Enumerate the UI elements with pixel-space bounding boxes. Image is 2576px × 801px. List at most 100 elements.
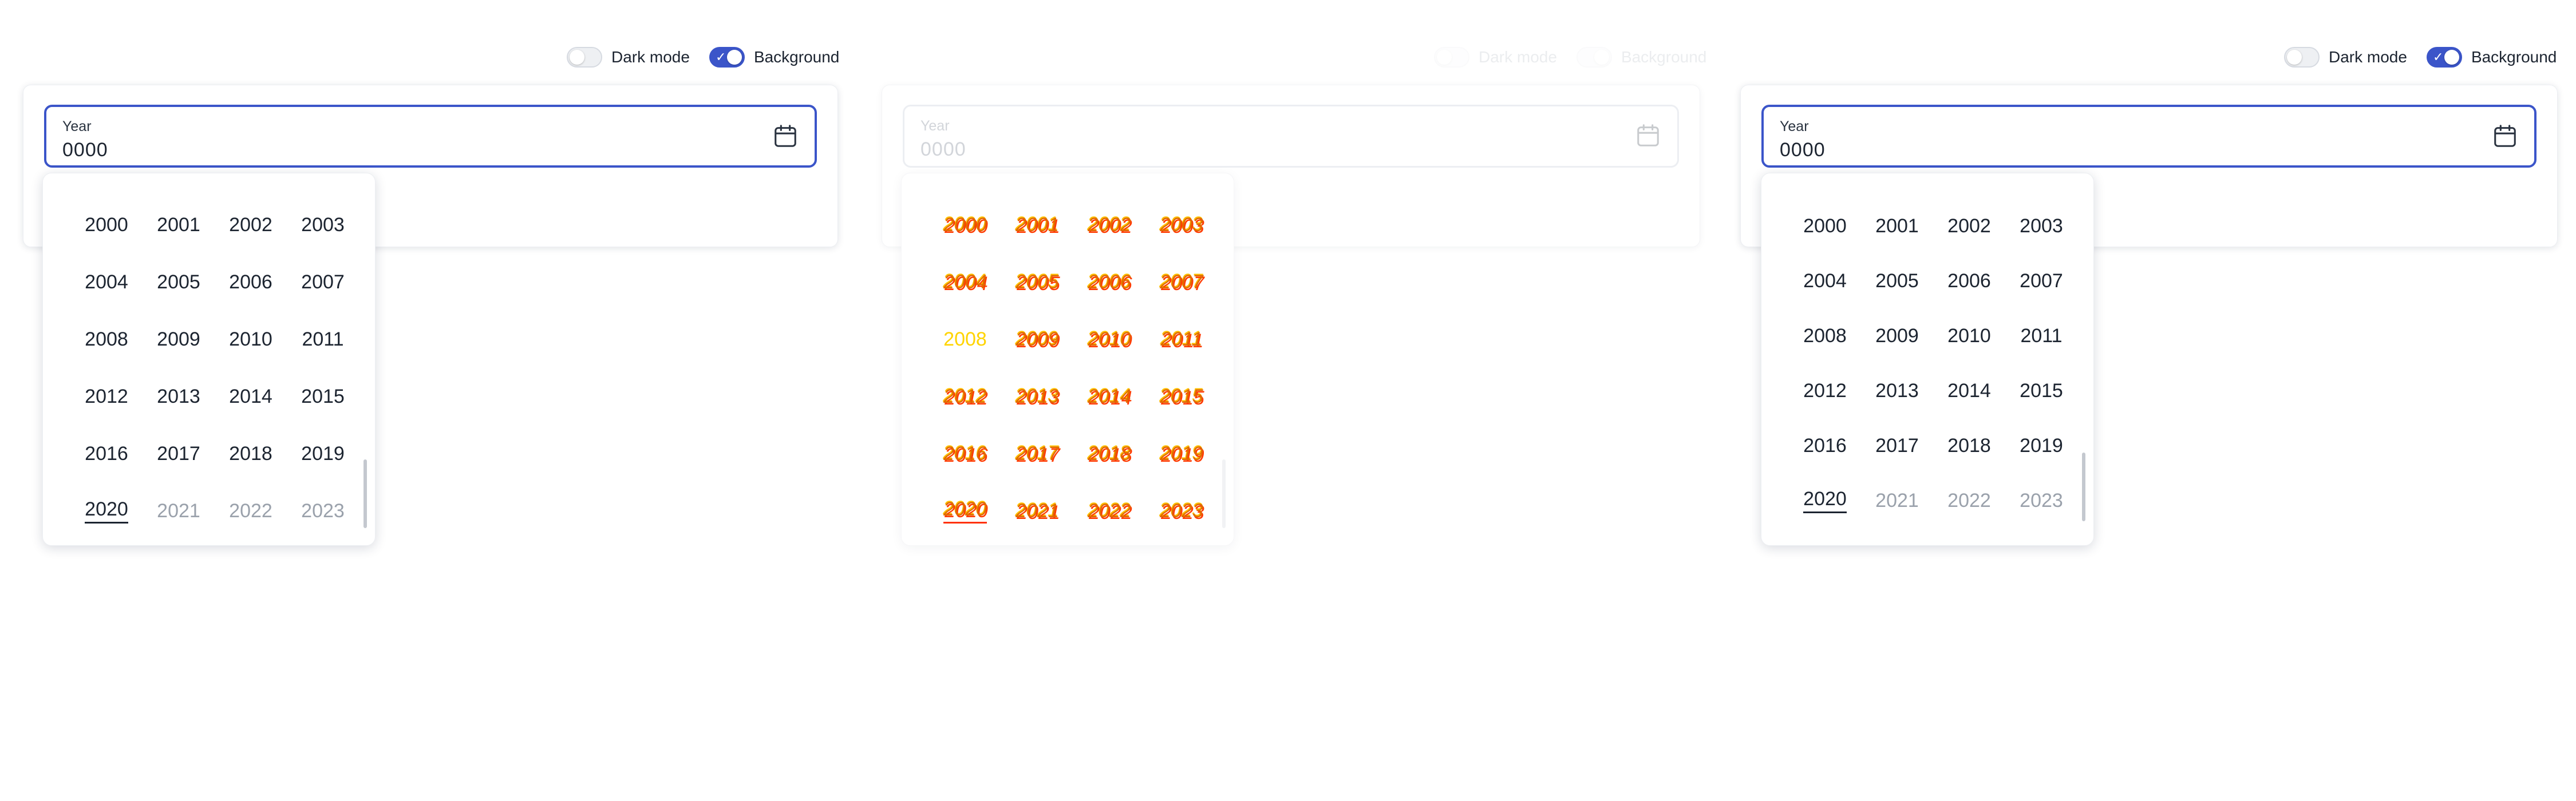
year-option-2012[interactable]: 2012 (929, 368, 1001, 425)
dark-mode-toggle[interactable]: Dark mode (2284, 47, 2407, 68)
year-option-2011[interactable]: 2011 (1145, 311, 1218, 368)
year-option-2009[interactable]: 2009 (1861, 308, 1933, 363)
year-option-label: 2007 (301, 271, 345, 293)
year-option-label: 2005 (157, 271, 200, 293)
year-option-label: 2020 (85, 498, 128, 524)
year-input-value[interactable]: 0000 (1780, 139, 1826, 161)
year-option-2004[interactable]: 2004 (929, 253, 1001, 311)
dark-mode-switch[interactable] (567, 47, 602, 68)
switch-knob (2287, 50, 2302, 65)
background-switch[interactable]: ✓ (2426, 47, 2462, 68)
year-option-2011[interactable]: 2011 (287, 311, 359, 368)
year-option-2005[interactable]: 2005 (143, 253, 215, 311)
year-option-2014[interactable]: 2014 (1933, 363, 2005, 418)
year-option-2010[interactable]: 2010 (215, 311, 287, 368)
year-option-2020[interactable]: 2020 (70, 482, 143, 540)
year-option-2021: 2021 (1861, 473, 1933, 528)
year-option-2008[interactable]: 2008 (929, 311, 1001, 368)
year-option-2001[interactable]: 2001 (1861, 199, 1933, 253)
year-option-2002[interactable]: 2002 (1073, 196, 1145, 253)
background-toggle[interactable]: ✓ Background (2426, 47, 2557, 68)
year-option-2005[interactable]: 2005 (1001, 253, 1073, 311)
year-option-2008[interactable]: 2008 (1789, 308, 1861, 363)
year-option-2005[interactable]: 2005 (1861, 253, 1933, 308)
year-option-2015[interactable]: 2015 (2005, 363, 2077, 418)
year-option-2017[interactable]: 2017 (1001, 425, 1073, 482)
year-option-2015[interactable]: 2015 (1145, 368, 1218, 425)
year-option-2000[interactable]: 2000 (70, 196, 143, 253)
dark-mode-switch[interactable] (1434, 47, 1469, 68)
year-option-2013[interactable]: 2013 (143, 368, 215, 425)
year-option-2013[interactable]: 2013 (1001, 368, 1073, 425)
year-option-2004[interactable]: 2004 (70, 253, 143, 311)
year-option-label: 2018 (1088, 442, 1131, 465)
year-option-2017[interactable]: 2017 (143, 425, 215, 482)
year-option-2004[interactable]: 2004 (1789, 253, 1861, 308)
year-option-2007[interactable]: 2007 (2005, 253, 2077, 308)
year-input-value[interactable]: 0000 (62, 139, 108, 161)
year-option-2014[interactable]: 2014 (1073, 368, 1145, 425)
dropdown-scrollbar[interactable] (364, 459, 367, 528)
year-option-2016[interactable]: 2016 (70, 425, 143, 482)
year-option-2003[interactable]: 2003 (2005, 199, 2077, 253)
year-option-2018[interactable]: 2018 (215, 425, 287, 482)
background-toggle[interactable]: ✓ Background (709, 47, 839, 68)
year-option-label: 2003 (1160, 213, 1203, 236)
year-option-2009[interactable]: 2009 (1001, 311, 1073, 368)
year-option-label: 2003 (301, 213, 345, 236)
dropdown-scrollbar[interactable] (2082, 453, 2085, 521)
year-option-2001[interactable]: 2001 (143, 196, 215, 253)
year-input-value[interactable]: 0000 (920, 138, 966, 161)
year-option-2007[interactable]: 2007 (287, 253, 359, 311)
year-option-2019[interactable]: 2019 (287, 425, 359, 482)
year-option-2002[interactable]: 2002 (215, 196, 287, 253)
year-input[interactable]: Year 0000 (44, 105, 817, 168)
year-option-2003[interactable]: 2003 (287, 196, 359, 253)
dark-mode-switch[interactable] (2284, 47, 2320, 68)
year-option-2017[interactable]: 2017 (1861, 418, 1933, 473)
year-option-label: 2023 (2020, 489, 2063, 511)
year-option-2010[interactable]: 2010 (1073, 311, 1145, 368)
year-option-2022: 2022 (1073, 482, 1145, 540)
calendar-icon[interactable] (2492, 123, 2518, 149)
year-option-2020[interactable]: 2020 (929, 482, 1001, 540)
calendar-icon[interactable] (772, 123, 799, 149)
year-option-2010[interactable]: 2010 (1933, 308, 2005, 363)
dropdown-scrollbar[interactable] (1222, 459, 1226, 528)
background-toggle[interactable]: Background (1576, 47, 1706, 68)
year-option-2006[interactable]: 2006 (1933, 253, 2005, 308)
year-option-2020[interactable]: 2020 (1789, 473, 1861, 528)
year-option-2006[interactable]: 2006 (215, 253, 287, 311)
background-switch[interactable] (1576, 47, 1612, 68)
year-option-2012[interactable]: 2012 (1789, 363, 1861, 418)
year-option-2009[interactable]: 2009 (143, 311, 215, 368)
year-option-2013[interactable]: 2013 (1861, 363, 1933, 418)
year-option-2001[interactable]: 2001 (1001, 196, 1073, 253)
year-option-2014[interactable]: 2014 (215, 368, 287, 425)
year-option-2012[interactable]: 2012 (70, 368, 143, 425)
year-option-2008[interactable]: 2008 (70, 311, 143, 368)
year-option-2003[interactable]: 2003 (1145, 196, 1218, 253)
year-option-2018[interactable]: 2018 (1933, 418, 2005, 473)
dark-mode-label: Dark mode (2329, 48, 2407, 66)
calendar-icon[interactable] (1635, 122, 1661, 149)
year-option-2019[interactable]: 2019 (2005, 418, 2077, 473)
year-input[interactable]: Year 0000 (1761, 105, 2537, 168)
dark-mode-toggle[interactable]: Dark mode (567, 47, 690, 68)
year-option-2016[interactable]: 2016 (929, 425, 1001, 482)
year-option-2002[interactable]: 2002 (1933, 199, 2005, 253)
year-input[interactable]: Year 0000 (903, 105, 1679, 168)
year-option-2018[interactable]: 2018 (1073, 425, 1145, 482)
year-option-2015[interactable]: 2015 (287, 368, 359, 425)
background-switch[interactable]: ✓ (709, 47, 745, 68)
year-option-2011[interactable]: 2011 (2005, 308, 2077, 363)
year-option-2006[interactable]: 2006 (1073, 253, 1145, 311)
year-option-label: 2010 (1088, 328, 1131, 350)
dark-mode-toggle[interactable]: Dark mode (1434, 47, 1557, 68)
year-option-2000[interactable]: 2000 (1789, 199, 1861, 253)
year-option-2007[interactable]: 2007 (1145, 253, 1218, 311)
year-option-2000[interactable]: 2000 (929, 196, 1001, 253)
year-option-2019[interactable]: 2019 (1145, 425, 1218, 482)
year-option-2016[interactable]: 2016 (1789, 418, 1861, 473)
year-option-label: 2002 (1947, 215, 1991, 237)
